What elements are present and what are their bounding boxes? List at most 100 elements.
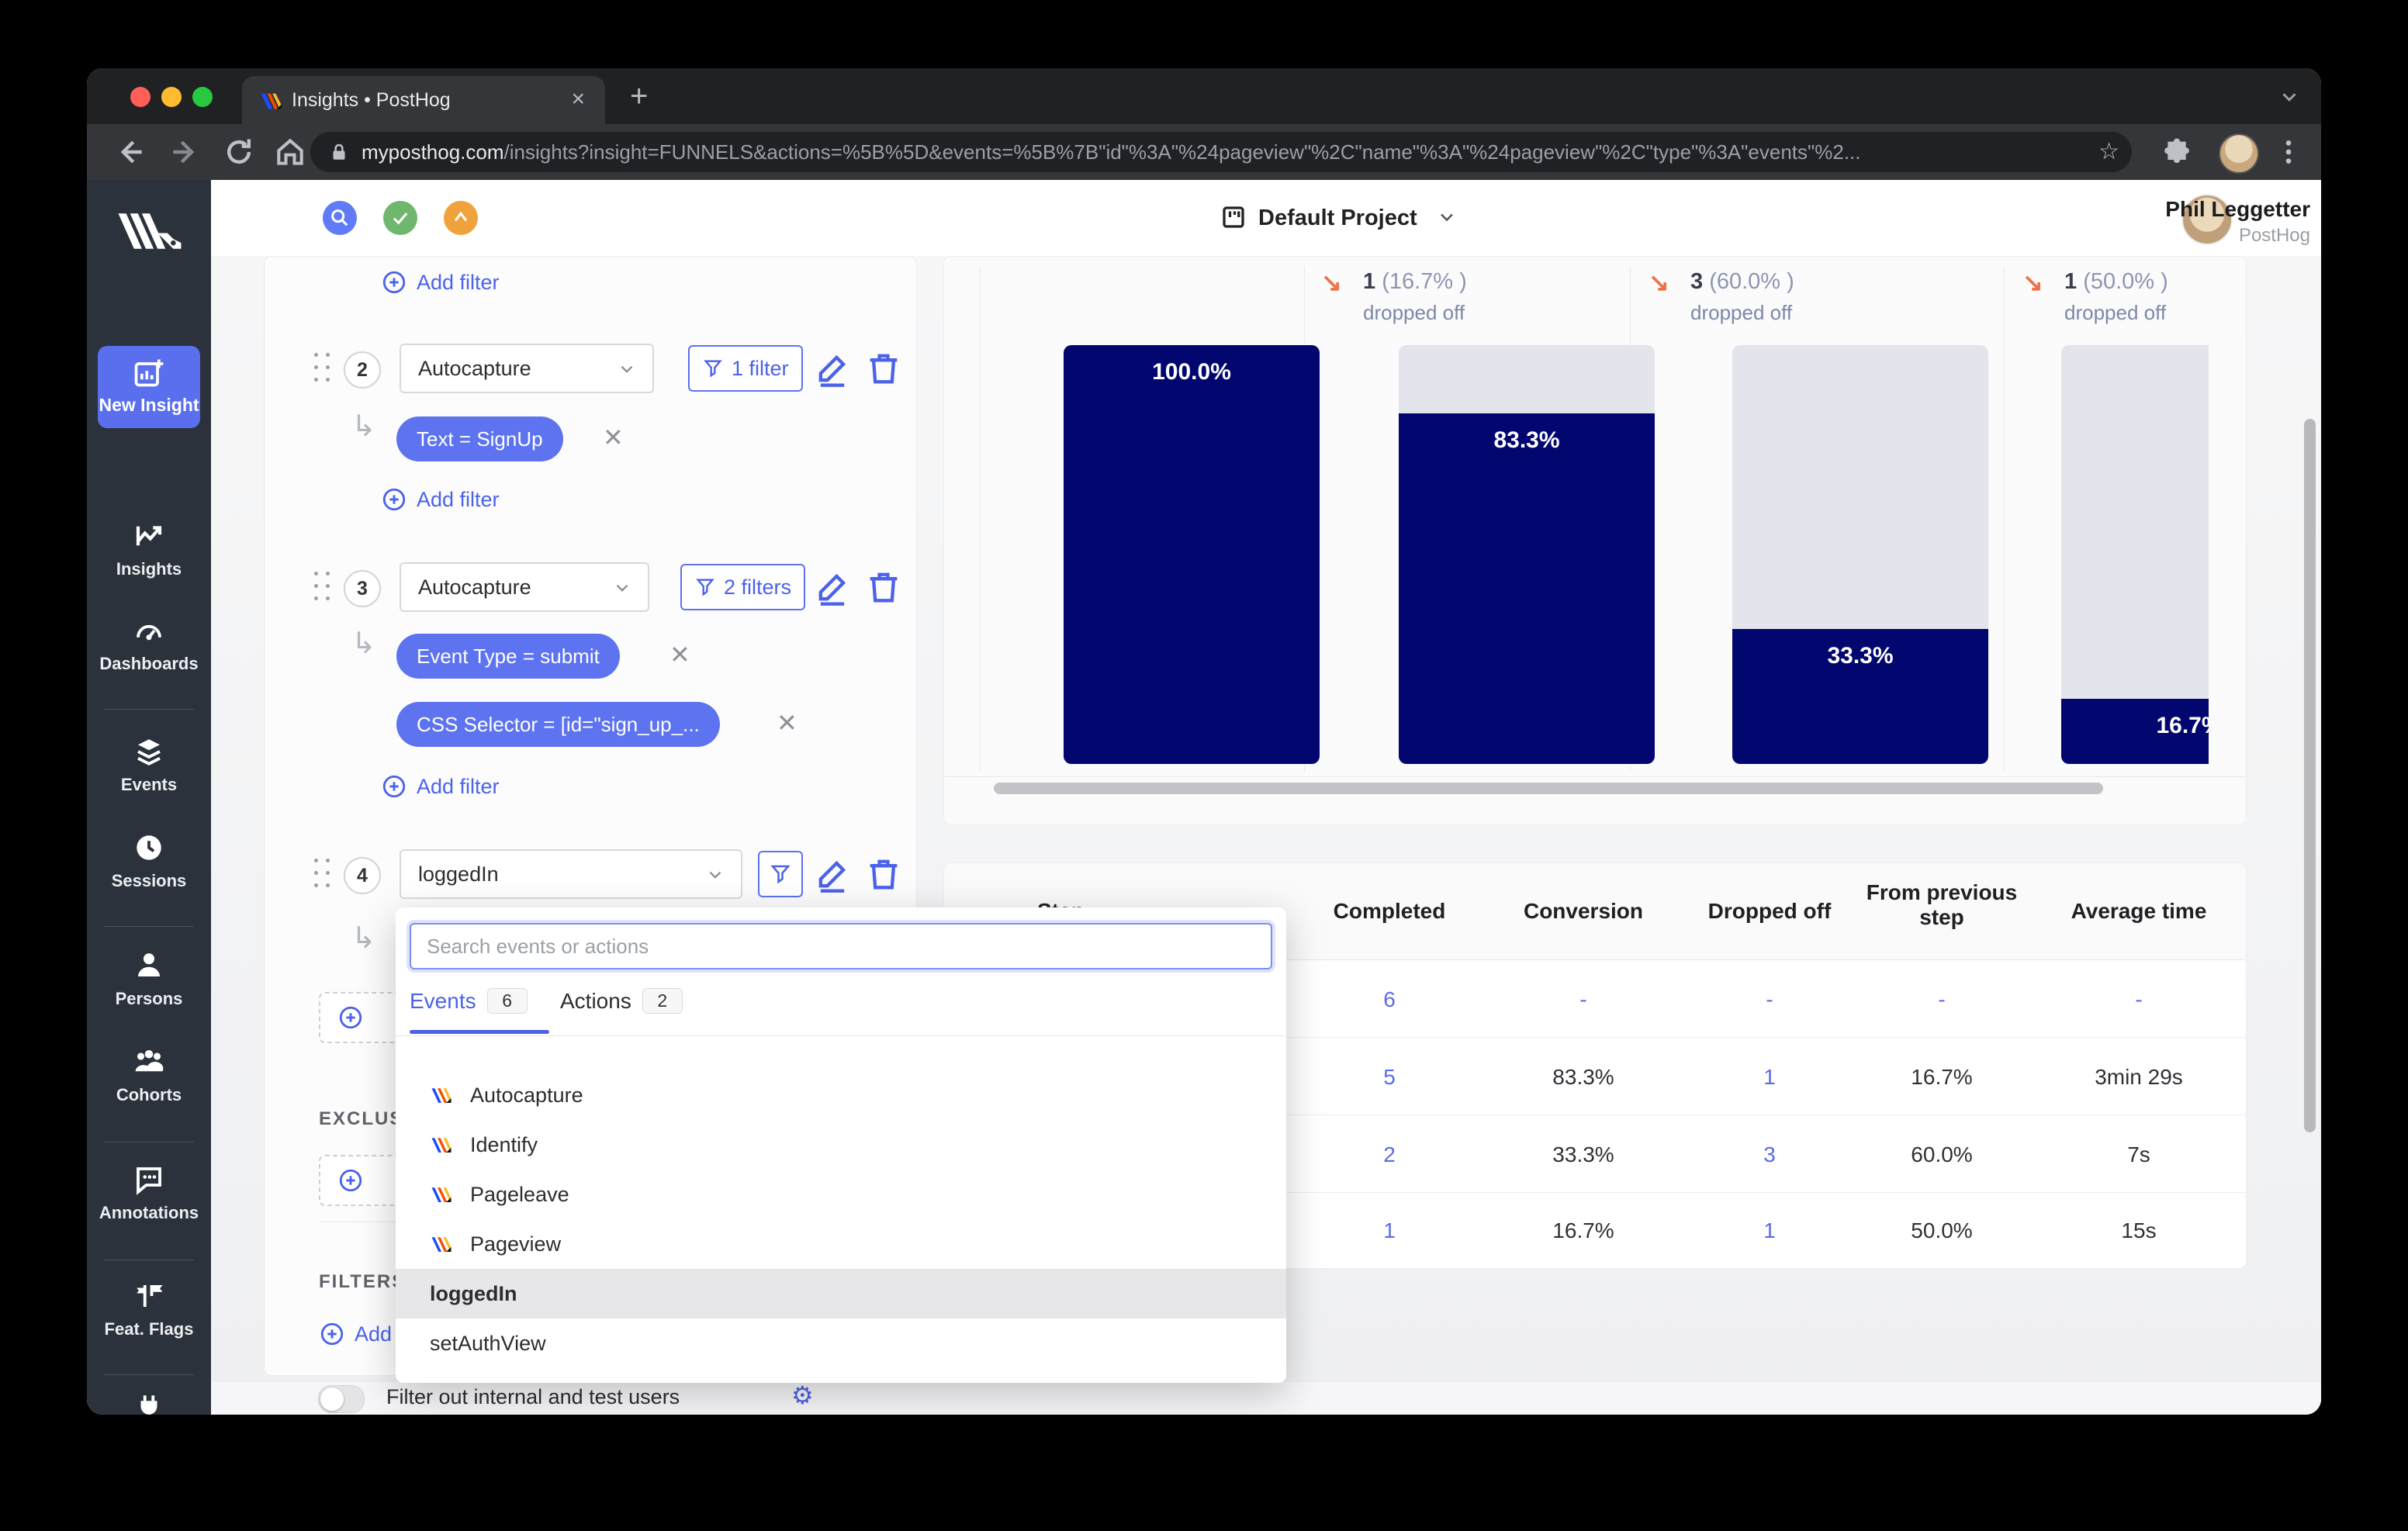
filter-chip[interactable]: CSS Selector = [id="sign_up_... bbox=[396, 702, 720, 747]
minimize-window-button[interactable] bbox=[161, 87, 182, 107]
filter-internal-users-toggle[interactable] bbox=[318, 1385, 365, 1413]
step-event-value: Autocapture bbox=[418, 357, 531, 380]
warning-caret-button[interactable] bbox=[444, 201, 478, 235]
sidebar-item-feature-flags[interactable]: Feat. Flags bbox=[87, 1280, 211, 1339]
status-check-button[interactable] bbox=[383, 201, 417, 235]
add-filter-label: Add filter bbox=[417, 774, 500, 798]
app-sidebar: New Insight Insights Dashboards Events S… bbox=[87, 180, 211, 1415]
sidebar-item-dashboards[interactable]: Dashboards bbox=[87, 614, 211, 674]
vertical-scrollbar[interactable] bbox=[2304, 419, 2316, 1132]
add-filter-button[interactable]: Add filter bbox=[381, 269, 500, 295]
edit-pencil-icon[interactable] bbox=[812, 348, 853, 389]
close-window-button[interactable] bbox=[130, 87, 150, 107]
dropdown-item-pageview[interactable]: Pageview bbox=[396, 1219, 1286, 1269]
sidebar-item-sessions[interactable]: Sessions bbox=[87, 831, 211, 891]
horizontal-scrollbar[interactable] bbox=[994, 783, 2103, 794]
sidebar-item-plugins[interactable]: Plugins bbox=[87, 1391, 211, 1415]
cell-average-time: 7s bbox=[2127, 1142, 2150, 1166]
dropdown-item-pageleave[interactable]: Pageleave bbox=[396, 1170, 1286, 1219]
zoom-window-button[interactable] bbox=[192, 87, 213, 107]
drag-handle[interactable] bbox=[314, 572, 331, 603]
remove-chip-icon[interactable]: ✕ bbox=[603, 423, 624, 452]
filter-count-button[interactable]: 1 filter bbox=[688, 345, 803, 392]
cell-completed[interactable]: 6 bbox=[1312, 987, 1467, 1012]
cell-completed[interactable]: 1 bbox=[1312, 1218, 1467, 1243]
cell-dropped-off[interactable]: 3 bbox=[1692, 1142, 1847, 1167]
funnel-bar-step-2[interactable]: 83.3% bbox=[1399, 345, 1655, 764]
drag-handle[interactable] bbox=[314, 353, 331, 384]
step-event-select[interactable]: loggedIn bbox=[400, 849, 742, 899]
sidebar-item-cohorts[interactable]: Cohorts bbox=[87, 1045, 211, 1105]
delete-trash-icon[interactable] bbox=[863, 854, 904, 894]
tab-actions[interactable]: Actions 2 bbox=[560, 988, 683, 1014]
funnel-bar-step-3[interactable]: 33.3% bbox=[1732, 345, 1988, 764]
tab-events[interactable]: Events 6 bbox=[410, 988, 528, 1014]
cell-dropped-off[interactable]: 1 bbox=[1692, 1218, 1847, 1243]
plugins-plug-icon bbox=[140, 1395, 157, 1415]
remove-chip-icon[interactable]: ✕ bbox=[669, 640, 690, 669]
filter-count-button[interactable]: 2 filters bbox=[680, 564, 806, 610]
elbow-arrow-icon: ↳ bbox=[351, 922, 376, 955]
sessions-clock-icon bbox=[137, 835, 161, 860]
step-event-select[interactable]: Autocapture bbox=[400, 562, 649, 612]
dropdown-item-setauthview[interactable]: setAuthView bbox=[396, 1318, 1286, 1368]
chevron-down-icon[interactable] bbox=[2278, 85, 2301, 109]
dropdown-item-label: loggedIn bbox=[430, 1281, 517, 1305]
extensions-puzzle-icon[interactable] bbox=[2161, 137, 2192, 168]
cell-completed[interactable]: 2 bbox=[1312, 1142, 1467, 1167]
browser-menu-icon[interactable] bbox=[2273, 137, 2304, 168]
delete-trash-icon[interactable] bbox=[863, 567, 904, 607]
edit-pencil-icon[interactable] bbox=[812, 854, 853, 894]
address-bar[interactable]: myposthog.com/insights?insight=FUNNELS&a… bbox=[310, 132, 2132, 172]
sidebar-item-events[interactable]: Events bbox=[87, 735, 211, 795]
sidebar-item-persons[interactable]: Persons bbox=[87, 949, 211, 1009]
sidebar-item-annotations[interactable]: Annotations bbox=[87, 1163, 211, 1223]
circle-plus-icon bbox=[339, 1169, 362, 1192]
circle-plus-icon bbox=[382, 488, 406, 511]
add-filter-button[interactable]: Add filter bbox=[381, 773, 500, 800]
filter-count-label: 2 filters bbox=[724, 575, 792, 599]
filter-chip[interactable]: Event Type = submit bbox=[396, 634, 620, 679]
drag-handle[interactable] bbox=[314, 859, 331, 890]
dropdown-item-identify[interactable]: Identify bbox=[396, 1120, 1286, 1170]
back-icon[interactable] bbox=[113, 135, 147, 169]
sidebar-item-label: New Insight bbox=[99, 395, 199, 415]
dropdown-item-label: setAuthView bbox=[430, 1331, 546, 1355]
browser-tab[interactable]: Insights • PostHog × bbox=[242, 76, 605, 124]
dropdown-item-autocapture[interactable]: Autocapture bbox=[396, 1070, 1286, 1120]
delete-trash-icon[interactable] bbox=[863, 348, 904, 389]
bookmark-star-icon[interactable]: ☆ bbox=[2098, 138, 2119, 165]
filter-toggle-button[interactable] bbox=[758, 851, 803, 897]
sidebar-item-new-insight[interactable]: New Insight bbox=[98, 346, 200, 428]
funnel-bar-value: 16.7% bbox=[2061, 699, 2209, 764]
remove-chip-icon[interactable]: ✕ bbox=[777, 708, 797, 738]
url-text: myposthog.com/insights?insight=FUNNELS&a… bbox=[362, 140, 1861, 164]
add-filter-button[interactable]: Add filter bbox=[381, 486, 500, 513]
dropdown-item-loggedin-selected[interactable]: loggedIn bbox=[396, 1269, 1286, 1318]
home-icon[interactable] bbox=[273, 135, 307, 169]
sidebar-item-insights[interactable]: Insights bbox=[87, 520, 211, 579]
tab-label: Events bbox=[410, 988, 476, 1013]
cell-dropped-off[interactable]: - bbox=[1692, 987, 1847, 1012]
posthog-logo[interactable] bbox=[116, 208, 183, 254]
reload-icon[interactable] bbox=[222, 135, 256, 169]
search-button[interactable] bbox=[323, 201, 357, 235]
tab-close-icon[interactable]: × bbox=[571, 86, 585, 112]
search-input[interactable] bbox=[410, 923, 1272, 969]
funnel-bar-step-4[interactable]: 16.7% bbox=[2061, 345, 2209, 764]
project-switcher[interactable]: Default Project bbox=[1220, 180, 1458, 256]
edit-pencil-icon[interactable] bbox=[812, 567, 853, 607]
funnel-bar-step-1[interactable]: 100.0% bbox=[1064, 345, 1320, 764]
forward-icon[interactable] bbox=[168, 135, 202, 169]
filter-chip[interactable]: Text = SignUp bbox=[396, 416, 563, 461]
cell-dropped-off[interactable]: 1 bbox=[1692, 1065, 1847, 1090]
step-event-select[interactable]: Autocapture bbox=[400, 344, 654, 393]
cell-completed[interactable]: 5 bbox=[1312, 1065, 1467, 1090]
gear-icon[interactable]: ⚙ bbox=[791, 1381, 814, 1410]
dashboards-gauge-icon bbox=[137, 624, 161, 641]
new-tab-button[interactable]: + bbox=[630, 79, 648, 114]
sidebar-item-label: Feat. Flags bbox=[104, 1319, 194, 1339]
browser-profile-avatar[interactable] bbox=[2219, 133, 2259, 174]
cell-conversion: 16.7% bbox=[1552, 1218, 1614, 1242]
dropdown-item-label: Pageview bbox=[470, 1232, 562, 1256]
